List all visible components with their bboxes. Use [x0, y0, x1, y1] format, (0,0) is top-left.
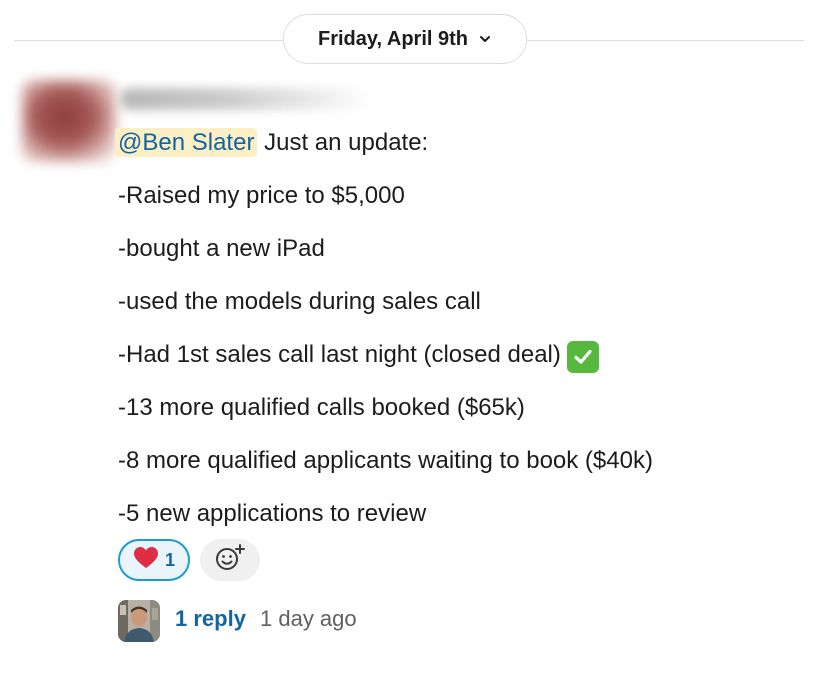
red-heart-icon [133, 546, 159, 575]
author-name-blurred[interactable] [120, 88, 370, 110]
message-line: -5 new applications to review [118, 500, 427, 527]
last-reply-timestamp: 1 day ago [260, 606, 357, 631]
message-line: -13 more qualified calls booked ($65k) [118, 394, 525, 421]
message-line: -used the models during sales call [118, 288, 481, 315]
intro-text: Just an update: [257, 129, 429, 156]
message-line: -Raised my price to $5,000 [118, 182, 405, 209]
message-line-text: -Had 1st sales call last night (closed d… [118, 341, 561, 368]
date-label: Friday, April 9th [317, 27, 469, 50]
user-mention[interactable]: @Ben Slater [115, 128, 258, 157]
add-reaction-icon [214, 543, 246, 578]
date-divider-button[interactable]: Friday, April 9th [283, 14, 527, 64]
reply-user-avatar[interactable] [118, 600, 160, 642]
author-avatar-blurred[interactable] [22, 80, 116, 162]
add-reaction-button[interactable] [200, 539, 260, 581]
message-line-with-check: -Had 1st sales call last night (closed d… [118, 339, 599, 373]
message-line: -8 more qualified applicants waiting to … [118, 447, 653, 474]
check-mark-button-icon [566, 341, 599, 373]
message-line: -bought a new iPad [118, 235, 325, 262]
reaction-count: 1 [164, 549, 175, 570]
reply-count-link[interactable]: 1 reply [175, 606, 246, 632]
message-intro-line: @Ben Slater Just an update: [115, 127, 429, 159]
heart-reaction-button[interactable]: 1 [118, 539, 190, 581]
chevron-down-icon [478, 32, 492, 46]
